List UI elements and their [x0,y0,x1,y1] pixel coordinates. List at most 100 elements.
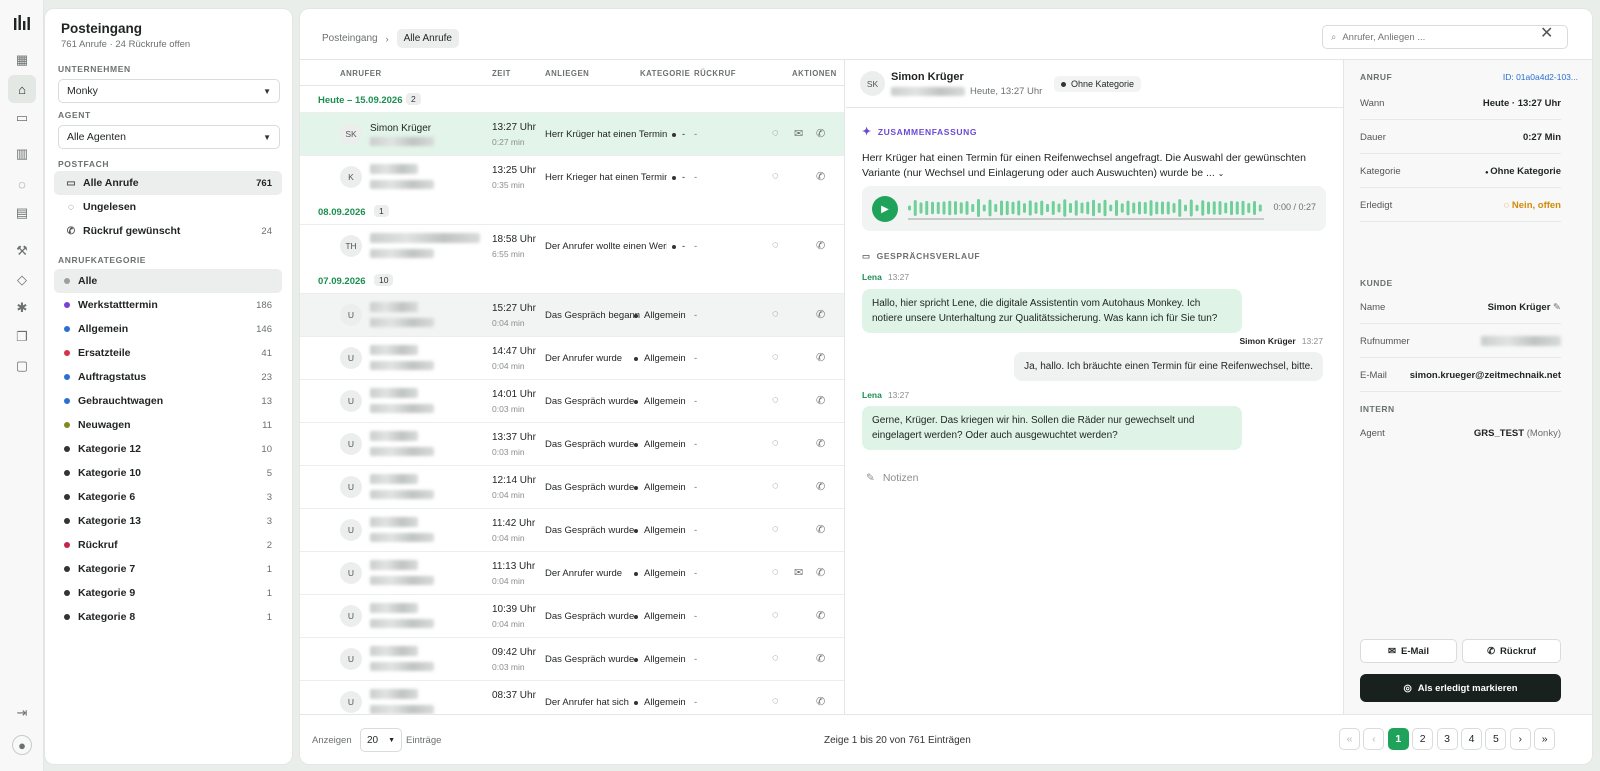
table-row[interactable]: SK Simon Krüger 13:27 Uhr 0:27 min Herr Krüg… [300,112,844,155]
mail-icon[interactable]: ✉ [794,566,803,579]
mailbox-item[interactable]: ✆ Rückruf gewünscht 24 [54,219,282,243]
close-icon[interactable]: ✕ [1540,23,1553,43]
inbox-icon[interactable]: ⌂ [8,75,36,103]
next-page-button[interactable]: › [1509,728,1531,750]
phone-icon[interactable]: ✆ [816,351,825,364]
waveform[interactable] [908,198,1264,220]
category-item[interactable]: Allgemein 146 [54,317,282,341]
status-circle-icon[interactable]: ◌ [772,523,779,535]
logout-icon[interactable]: ⇥ [12,703,32,723]
first-page-button[interactable]: « [1339,728,1360,750]
phone-icon[interactable]: ✆ [816,523,825,536]
layers-icon[interactable]: ◇ [12,270,32,290]
phone-icon[interactable]: ✆ [816,437,825,450]
category-item[interactable]: Kategorie 9 1 [54,581,282,605]
table-row[interactable]: U 15:27 Uhr 0:04 min Das Gespräch begann All… [300,293,844,336]
status-circle-icon[interactable]: ◌ [772,394,779,406]
phone-icon[interactable]: ✆ [816,566,825,579]
search-input[interactable] [1342,31,1553,43]
phone-icon[interactable]: ✆ [816,239,825,252]
mark-done-button[interactable]: ◎ Als erledigt markieren [1360,674,1561,702]
tools-icon[interactable]: ⚒ [12,241,32,261]
bug-icon[interactable]: ✱ [12,298,32,318]
table-row[interactable]: U 13:37 Uhr 0:03 min Das Gespräch wurde Allg… [300,422,844,465]
mailbox-item[interactable]: ▭ Alle Anrufe 761 [54,171,282,195]
table-row[interactable]: U 14:47 Uhr 0:04 min Der Anrufer wurde Allge… [300,336,844,379]
call-id[interactable]: ID: 01a0a4d2-103... [1503,72,1578,82]
search-box[interactable]: ⌕ [1322,25,1568,49]
category-item[interactable]: Neuwagen 11 [54,413,282,437]
category-item[interactable]: Kategorie 10 5 [54,461,282,485]
table-row[interactable]: U 14:01 Uhr 0:03 min Das Gespräch wurde Allg… [300,379,844,422]
callback-button[interactable]: ✆ Rückruf [1462,639,1561,663]
status-circle-icon[interactable]: ◌ [772,127,779,139]
email-button[interactable]: ✉ E-Mail [1360,639,1457,663]
company-select[interactable]: Monky ▼ [58,79,280,103]
phone-icon[interactable]: ✆ [816,652,825,665]
table-row[interactable]: U 10:39 Uhr 0:04 min Das Gespräch wurde Allg… [300,594,844,637]
category-item[interactable]: Kategorie 8 1 [54,605,282,629]
notes-field[interactable]: ✎ Notizen [866,472,918,484]
phone-icon[interactable]: ✆ [816,308,825,321]
progress-track[interactable] [908,218,1264,220]
category-item[interactable]: Kategorie 12 10 [54,437,282,461]
summary-text[interactable]: Herr Krüger hat einen Termin für einen R… [862,151,1322,181]
status-circle-icon[interactable]: ◌ [772,652,779,664]
status-circle-icon[interactable]: ◌ [772,437,779,449]
table-row[interactable]: U 08:37 Uhr Der Anrufer hat sich Allgemein -… [300,680,844,714]
page-size-select[interactable]: 20 ▼ [360,728,402,752]
play-button[interactable]: ▶ [872,196,898,222]
edit-icon[interactable]: ✎ [1550,302,1561,313]
category-item[interactable]: Auftragstatus 23 [54,365,282,389]
page-button-5[interactable]: 5 [1485,728,1507,750]
prev-page-button[interactable]: ‹ [1363,728,1385,750]
clipboard-icon[interactable]: ▢ [12,356,32,376]
status-circle-icon[interactable]: ◌ [772,239,779,251]
mail-icon[interactable]: ✉ [794,127,803,140]
table-row[interactable]: U 11:42 Uhr 0:04 min Das Gespräch wurde Allg… [300,508,844,551]
last-page-button[interactable]: » [1534,728,1556,750]
copy-icon[interactable]: ❐ [12,327,32,347]
status-circle-icon[interactable]: ◌ [772,695,779,707]
status-circle-icon[interactable]: ◌ [772,170,779,182]
status-circle-icon[interactable]: ◌ [772,480,779,492]
agent-select[interactable]: Alle Agenten ▼ [58,125,280,149]
calendar-icon[interactable]: ▭ [12,108,32,128]
phone-icon[interactable]: ✆ [816,695,825,708]
page-button-3[interactable]: 3 [1436,728,1458,750]
category-item[interactable]: Rückruf 2 [54,533,282,557]
status-circle-icon[interactable]: ◌ [772,351,779,363]
avatar[interactable]: ● [12,735,32,755]
page-button-2[interactable]: 2 [1412,728,1434,750]
category-item[interactable]: Kategorie 6 3 [54,485,282,509]
table-row[interactable]: K 13:25 Uhr 0:35 min Herr Krieger hat einen… [300,155,844,198]
chevron-down-icon[interactable]: ⌄ [1218,169,1225,178]
category-item[interactable]: Werkstatttermin 186 [54,293,282,317]
page-button-1[interactable]: 1 [1387,728,1409,750]
category-item[interactable]: Alle [54,269,282,293]
table-row[interactable]: U 12:14 Uhr 0:04 min Das Gespräch wurde Allg… [300,465,844,508]
phone-icon[interactable]: ✆ [816,480,825,493]
category-item[interactable]: Kategorie 7 1 [54,557,282,581]
table-row[interactable]: TH 18:58 Uhr 6:55 min Der Anrufer wollte ei… [300,224,844,267]
building-icon[interactable]: ▥ [12,144,32,164]
mailbox-item[interactable]: ◌ Ungelesen [54,195,282,219]
table-row[interactable]: U 09:42 Uhr 0:03 min Das Gespräch wurde Allg… [300,637,844,680]
phone-icon[interactable]: ✆ [816,170,825,183]
dashboard-icon[interactable]: ▦ [12,50,32,70]
status-circle-icon[interactable]: ◌ [772,308,779,320]
category-item[interactable]: Gebrauchtwagen 13 [54,389,282,413]
phone-icon[interactable]: ✆ [816,609,825,622]
user-icon[interactable]: ◌ [12,174,32,194]
phone-icon[interactable]: ✆ [816,127,825,140]
category-item[interactable]: Ersatzteile 41 [54,341,282,365]
status-circle-icon[interactable]: ◌ [772,609,779,621]
card-icon[interactable]: ▤ [12,203,32,223]
category-item[interactable]: Kategorie 13 3 [54,509,282,533]
table-row[interactable]: U 11:13 Uhr 0:04 min Der Anrufer wurde Allge… [300,551,844,594]
phone-icon[interactable]: ✆ [816,394,825,407]
message-bubble: Hallo, hier spricht Lene, die digitale A… [862,289,1242,333]
status-circle-icon[interactable]: ◌ [772,566,779,578]
page-button-4[interactable]: 4 [1461,728,1482,750]
breadcrumb-root[interactable]: Posteingang [322,33,378,44]
